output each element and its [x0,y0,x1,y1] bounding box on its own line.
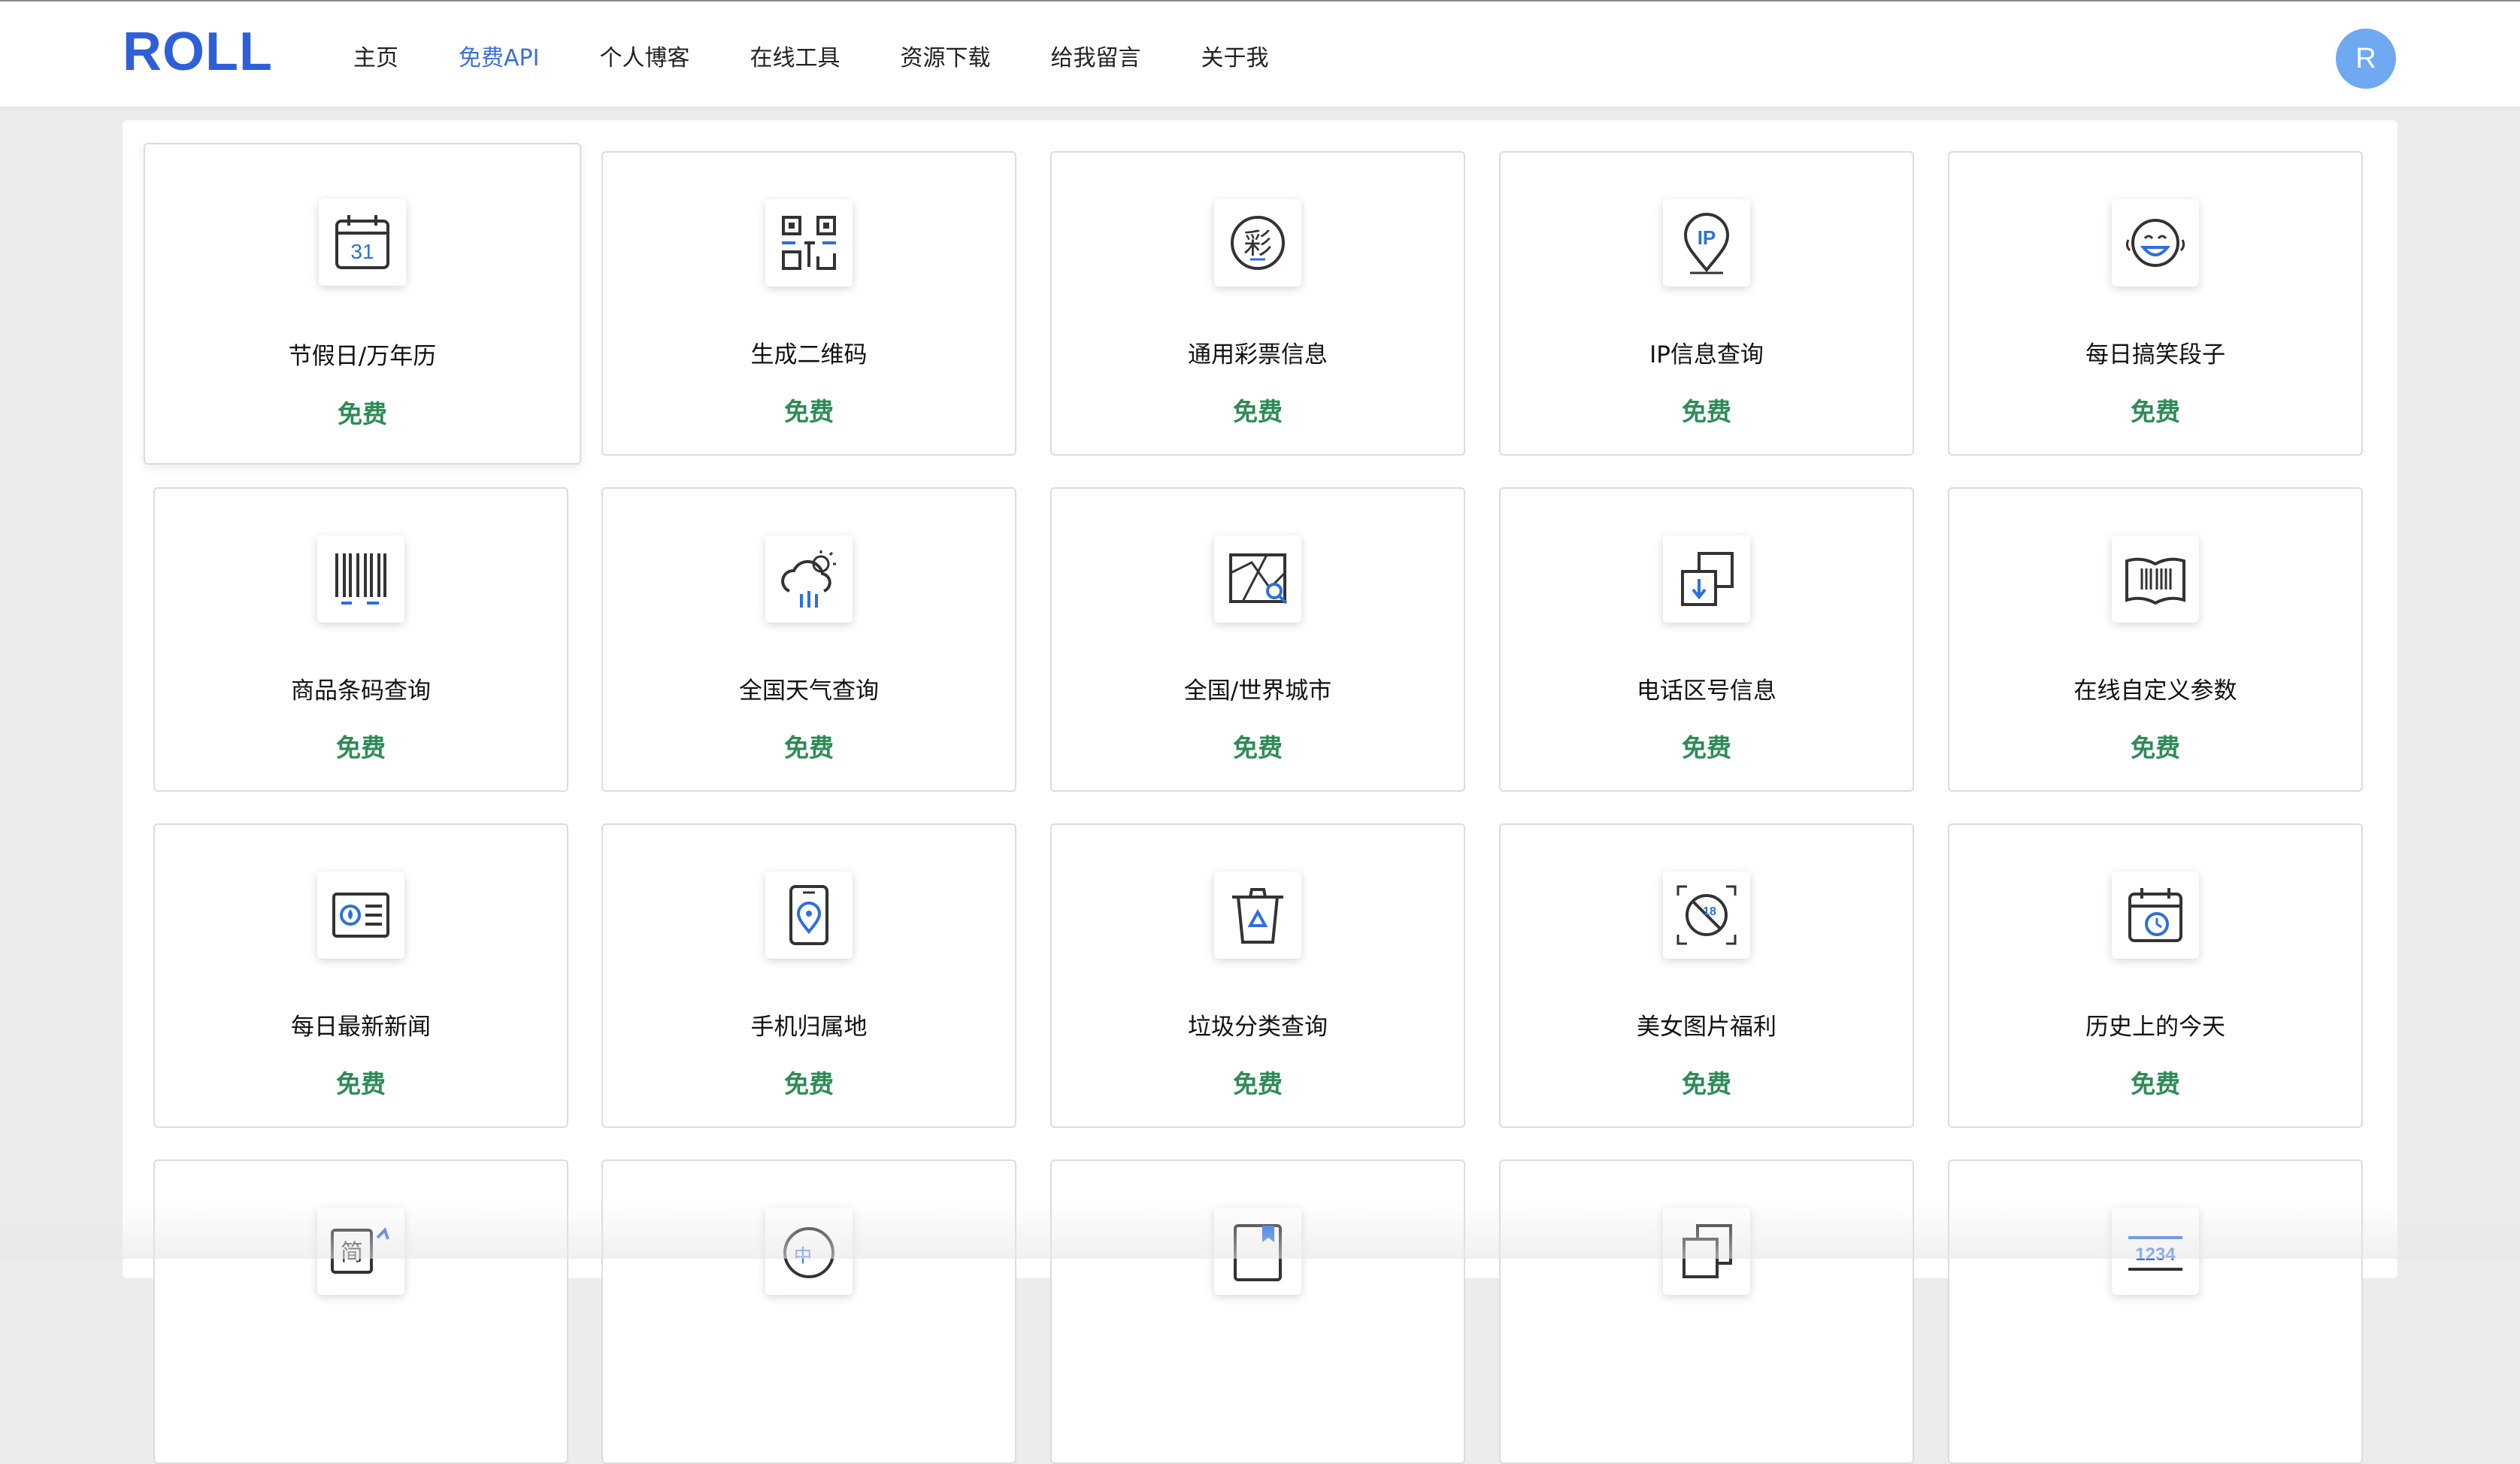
api-card[interactable]: 商品条码查询 免费 [153,487,568,792]
api-card[interactable]: 历史上的今天 免费 [1948,823,2363,1128]
weather-icon [765,535,853,623]
nav-blog[interactable]: 个人博客 [599,39,689,72]
api-card[interactable]: 每日搞笑段子 免费 [1948,151,2363,456]
api-card-title: 手机归属地 [750,1014,868,1041]
news-icon [317,871,404,959]
api-card[interactable]: 31 节假日/万年历 免费 [144,143,581,465]
api-card-price: 免费 [784,1069,834,1099]
dictionary-icon [1214,1208,1301,1295]
main-nav: 主页 免费API 个人博客 在线工具 资源下载 给我留言 关于我 [353,39,1328,72]
api-card[interactable]: 1234 [1948,1159,2363,1464]
api-card[interactable]: IP IP信息查询 免费 [1499,151,1914,456]
simplified-traditional-icon: 简 [317,1208,404,1295]
api-card-title: 节假日/万年历 [288,343,437,370]
number-icon: 1234 [2112,1208,2199,1295]
api-card-title: IP信息查询 [1649,341,1764,368]
barcode-icon [317,535,404,623]
api-card-title: 历史上的今天 [2085,1014,2225,1041]
api-card[interactable]: 简 [153,1159,568,1464]
api-card[interactable] [1499,1159,1914,1464]
phone-area-code-icon [1663,535,1750,623]
svg-text:31: 31 [350,240,374,263]
laugh-face-icon [2112,199,2199,286]
api-card-price: 免费 [1682,397,1731,426]
api-card[interactable]: 全国天气查询 免费 [601,487,1016,792]
api-card-price: 免费 [2131,733,2180,762]
api-card[interactable]: 18 美女图片福利 免费 [1499,823,1914,1128]
api-card-title: 通用彩票信息 [1188,341,1328,368]
api-card-price: 免费 [1233,733,1283,762]
api-card-price: 免费 [1682,1069,1731,1099]
api-card-title: 全国/世界城市 [1183,677,1332,705]
api-card-price: 免费 [784,397,834,426]
calendar-icon: 31 [319,199,406,286]
site-logo[interactable]: ROLL [123,21,273,83]
svg-text:简: 简 [341,1240,363,1266]
api-card-price: 免费 [784,733,834,762]
nav-free-api[interactable]: 免费API [459,39,539,72]
api-card-price: 免费 [1233,1069,1283,1099]
copy-document-icon [1663,1208,1750,1295]
svg-text:18: 18 [1703,905,1716,918]
api-card[interactable]: 手机归属地 免费 [601,823,1016,1128]
api-card-title: 电话区号信息 [1637,677,1776,705]
nav-home[interactable]: 主页 [353,39,398,72]
mobile-location-icon [765,871,853,959]
api-card-price: 免费 [2131,397,2180,426]
chinese-translate-icon: 中 [765,1208,853,1295]
api-card[interactable]: 中 [601,1159,1016,1464]
user-avatar[interactable]: R [2336,29,2396,89]
api-card-price: 免费 [1233,397,1283,426]
history-calendar-icon [2112,871,2199,959]
api-card[interactable]: 生成二维码 免费 [601,151,1016,456]
svg-text:1234: 1234 [2135,1244,2176,1265]
api-card-price: 免费 [1682,733,1731,762]
lottery-icon: 彩 [1214,199,1301,286]
api-card-title: 生成二维码 [750,341,868,368]
svg-text:彩: 彩 [1243,227,1272,260]
api-card-price: 免费 [338,399,387,429]
api-card[interactable]: 在线自定义参数 免费 [1948,487,2363,792]
nav-about[interactable]: 关于我 [1201,39,1268,72]
api-card-price: 免费 [2131,1069,2180,1099]
api-card[interactable]: 每日最新新闻 免费 [153,823,568,1128]
api-card[interactable]: 全国/世界城市 免费 [1050,487,1465,792]
api-card-title: 全国天气查询 [739,677,879,705]
book-barcode-icon [2112,535,2199,623]
api-card[interactable]: 彩通用彩票信息 免费 [1050,151,1465,456]
api-card-title: 商品条码查询 [291,677,431,705]
nav-tools[interactable]: 在线工具 [750,39,840,72]
trash-recycle-icon [1214,871,1301,959]
svg-text:IP: IP [1698,226,1716,249]
nav-downloads[interactable]: 资源下载 [900,39,990,72]
nav-message[interactable]: 给我留言 [1050,39,1140,72]
api-card-price: 免费 [336,733,386,762]
api-card[interactable]: 电话区号信息 免费 [1499,487,1914,792]
api-card-title: 垃圾分类查询 [1188,1014,1328,1041]
top-navbar: ROLL 主页 免费API 个人博客 在线工具 资源下载 给我留言 关于我 R [0,0,2520,107]
api-card-price: 免费 [336,1069,386,1099]
api-card[interactable]: 垃圾分类查询 免费 [1050,823,1465,1128]
svg-text:中: 中 [794,1245,812,1266]
qrcode-icon [765,199,853,286]
ip-location-icon: IP [1663,199,1750,286]
api-card[interactable] [1050,1159,1465,1464]
api-card-title: 每日最新新闻 [291,1014,431,1041]
api-card-title: 每日搞笑段子 [2085,341,2225,368]
map-search-icon [1214,535,1301,623]
age-restricted-icon: 18 [1663,871,1750,959]
api-card-title: 在线自定义参数 [2073,677,2237,705]
api-card-title: 美女图片福利 [1637,1014,1776,1041]
